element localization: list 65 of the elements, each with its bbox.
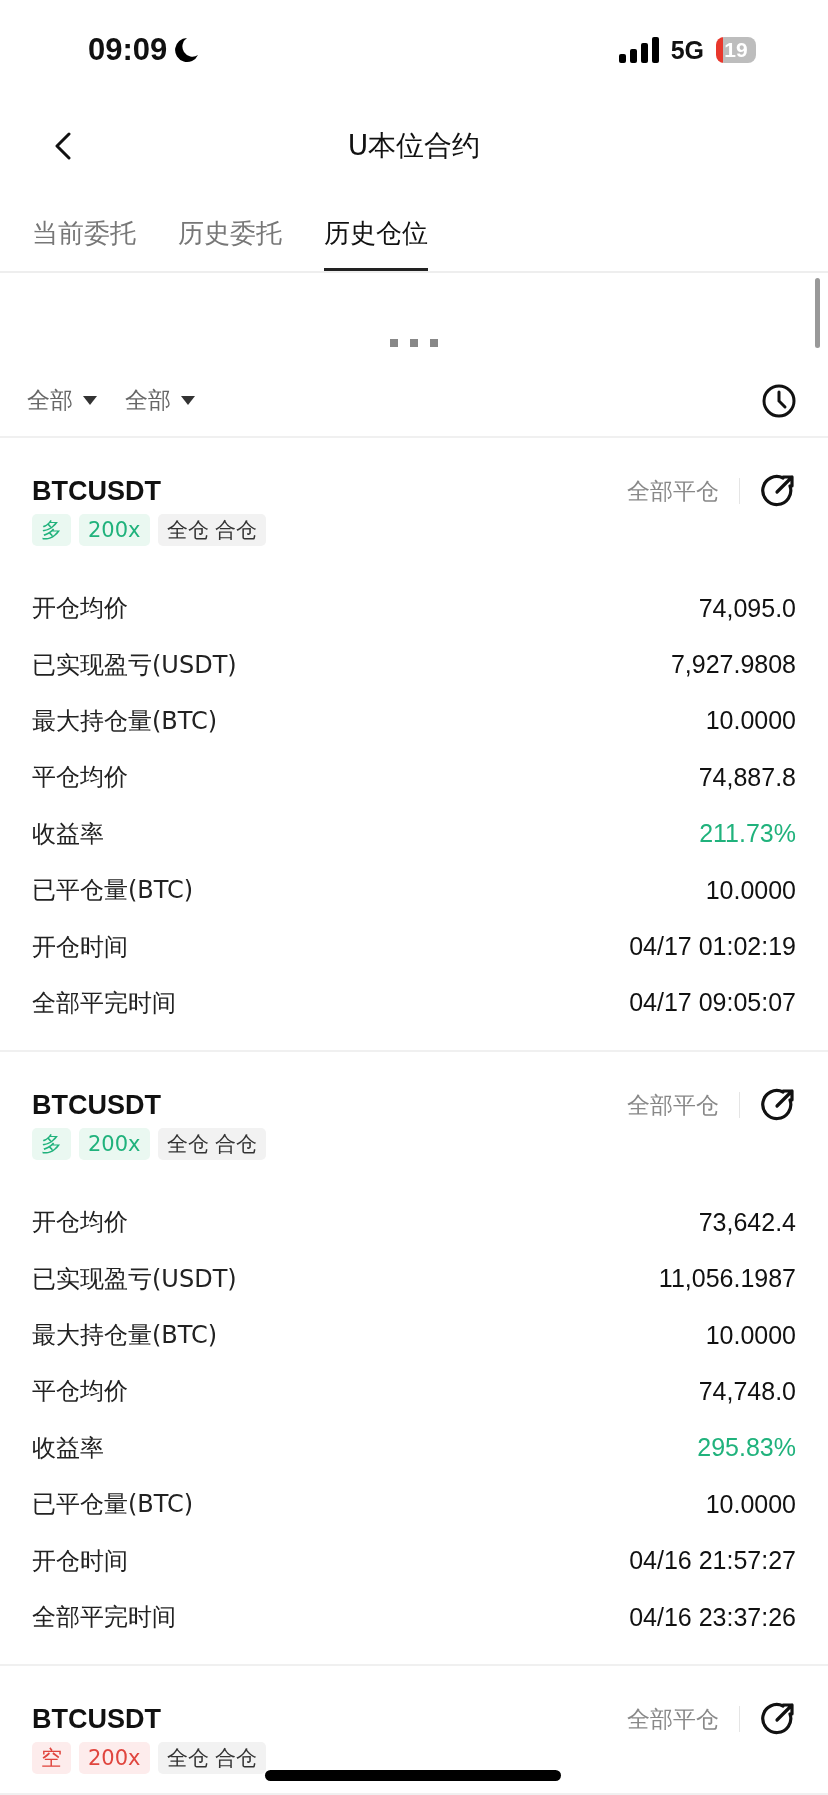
tab[interactable]: 历史仓位 — [324, 192, 428, 271]
field-label: 开仓时间 — [32, 931, 128, 963]
field-label: 已平仓量(BTC) — [32, 875, 194, 907]
field-value: 04/17 09:05:07 — [629, 988, 796, 1018]
tab[interactable]: 当前委托 — [32, 192, 136, 271]
field-value: 10.0000 — [705, 875, 796, 905]
field-value: 10.0000 — [705, 1489, 796, 1519]
margin-mode-tag: 全仓 合仓 — [157, 1742, 267, 1775]
field-value: 74,887.8 — [698, 762, 796, 792]
margin-mode-tag: 全仓 合仓 — [157, 1128, 267, 1161]
side-tag: 多 — [32, 514, 71, 546]
status-time: 09:09 — [88, 32, 168, 68]
side-tag: 多 — [32, 1128, 71, 1161]
field-value: 10.0000 — [705, 706, 796, 736]
field-value: 7,927.9808 — [670, 650, 796, 680]
field-label: 已平仓量(BTC) — [32, 1489, 194, 1521]
symbol-label: BTCUSDT — [32, 475, 161, 507]
field-label: 收益率 — [32, 1432, 104, 1464]
share-icon[interactable] — [760, 473, 796, 509]
field-label: 全部平完时间 — [32, 1602, 176, 1634]
field-value: 11,056.1987 — [658, 1264, 796, 1294]
scrollbar — [815, 278, 820, 348]
field-label: 最大持仓量(BTC) — [32, 705, 218, 737]
field-value: 10.0000 — [705, 1320, 796, 1350]
battery-indicator: 19 — [716, 37, 756, 63]
field-label: 开仓均价 — [32, 1207, 128, 1239]
symbol-label: BTCUSDT — [32, 1703, 161, 1735]
field-value: 04/16 21:57:27 — [629, 1546, 796, 1576]
field-label: 平仓均价 — [32, 1376, 128, 1408]
field-label: 平仓均价 — [32, 762, 128, 794]
loading-dots-icon — [390, 339, 438, 347]
field-label: 全部平完时间 — [32, 987, 176, 1019]
signal-icon — [618, 37, 659, 63]
field-label: 最大持仓量(BTC) — [32, 1320, 218, 1352]
page-title: U本位合约 — [347, 128, 481, 164]
field-value: 04/17 01:02:19 — [629, 932, 796, 962]
field-label: 已实现盈亏(USDT) — [32, 1263, 237, 1295]
close-all-button[interactable]: 全部平仓 — [627, 1703, 719, 1735]
leverage-tag: 200x — [79, 1128, 150, 1161]
field-label: 收益率 — [32, 818, 104, 850]
filter-dropdown[interactable]: 全部 — [27, 385, 97, 416]
field-value: 04/16 23:37:26 — [629, 1602, 796, 1632]
leverage-tag: 200x — [79, 1742, 150, 1775]
field-value: 211.73% — [699, 819, 796, 849]
back-icon[interactable] — [54, 132, 72, 160]
close-all-button[interactable]: 全部平仓 — [627, 475, 719, 507]
field-value: 295.83% — [697, 1433, 796, 1463]
symbol-label: BTCUSDT — [32, 1089, 161, 1121]
clock-icon[interactable] — [762, 383, 796, 418]
field-label: 开仓均价 — [32, 593, 128, 625]
caret-icon — [181, 396, 195, 405]
filter-dropdown[interactable]: 全部 — [125, 385, 195, 416]
close-all-button[interactable]: 全部平仓 — [627, 1089, 719, 1121]
field-label: 开仓时间 — [32, 1545, 128, 1577]
field-label: 已实现盈亏(USDT) — [32, 649, 237, 681]
field-value: 73,642.4 — [698, 1207, 796, 1237]
tab[interactable]: 历史委托 — [178, 192, 282, 271]
side-tag: 空 — [32, 1742, 71, 1775]
caret-icon — [83, 396, 97, 405]
network-label: 5G — [670, 35, 704, 65]
leverage-tag: 200x — [79, 514, 150, 546]
moon-icon — [173, 36, 200, 64]
field-value: 74,095.0 — [698, 593, 796, 623]
margin-mode-tag: 全仓 合仓 — [157, 514, 267, 546]
field-value: 74,748.0 — [698, 1377, 796, 1406]
